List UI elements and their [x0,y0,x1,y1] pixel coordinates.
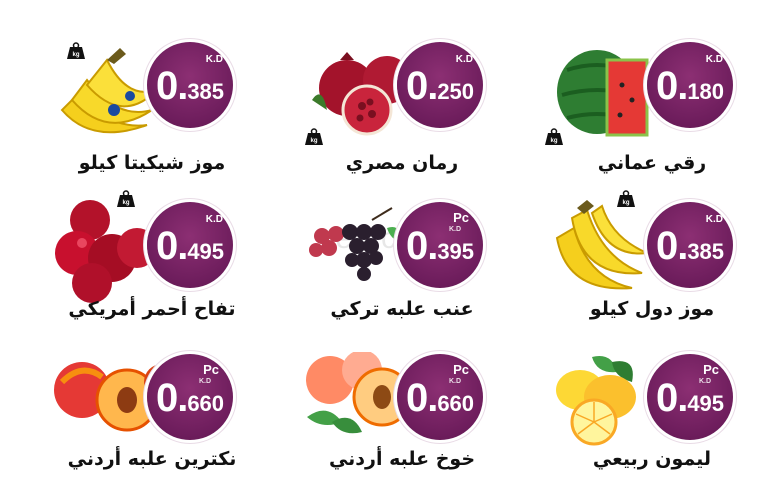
product-card-egyptian-pomegranate[interactable]: kg K.D 0.250 رمان مصري [302,40,542,190]
svg-text:kg: kg [622,200,629,206]
product-card-jordanian-peach[interactable]: Pc K.D 0.660 خوخ علبه أردني [302,352,542,502]
product-name: رمان مصري [345,152,459,174]
price-badge: K.D 0.385 [647,202,733,288]
kg-weight-icon: kg [617,190,635,207]
product-name: تفاح أحمر أمريكي [68,298,236,320]
svg-text:kg: kg [550,138,557,144]
price-badge: K.D 0.495 [147,202,233,288]
price-value: 0.495 [655,376,725,420]
price-badge: K.D 0.385 [147,42,233,128]
product-name: رقي عماني [597,152,707,174]
price-value: 0.495 [155,224,225,268]
kg-weight-icon: kg [67,42,85,59]
price-value: 0.660 [405,376,475,420]
product-name: موز دول كيلو [589,298,715,320]
product-card-omani-watermelon[interactable]: kg K.D 0.180 رقي عماني [545,40,780,190]
product-name: ليمون ربيعي [592,448,712,470]
price-value: 0.385 [655,224,725,268]
kg-weight-icon: kg [545,128,563,145]
price-value: 0.385 [155,64,225,108]
price-badge: Pc K.D 0.660 [147,354,233,440]
price-badge: Pc K.D 0.395 [397,202,483,288]
product-name: موز شيكيتا كيلو [78,152,226,174]
product-card-chiquita-banana[interactable]: kg K.D 0.385 موز شيكيتا كيلو [52,40,292,190]
product-card-spring-lemon[interactable]: Pc K.D 0.495 ليمون ربيعي [552,352,780,502]
price-value: 0.660 [155,376,225,420]
product-name: عنب علبه تركي [330,298,474,320]
product-card-turkish-grapes[interactable]: Pc K.D 0.395 عنب علبه تركي [302,198,542,348]
svg-text:kg: kg [72,52,79,58]
price-value: 0.250 [405,64,475,108]
kg-weight-icon: kg [305,128,323,145]
product-name: نكترين علبه أردني [67,448,237,470]
product-card-american-red-apple[interactable]: kg K.D 0.495 تفاح أحمر أمريكي [52,190,292,348]
kg-weight-icon: kg [117,190,135,207]
price-badge: K.D 0.250 [397,42,483,128]
piece-unit-label: Pc [203,362,219,377]
svg-text:kg: kg [310,138,317,144]
price-value: 0.395 [405,224,475,268]
svg-text:kg: kg [122,200,129,206]
piece-unit-label: Pc [453,210,469,225]
product-name: خوخ علبه أردني [328,448,476,470]
price-badge: Pc K.D 0.495 [647,354,733,440]
price-value: 0.180 [655,64,725,108]
piece-unit-label: Pc [703,362,719,377]
price-badge: Pc K.D 0.660 [397,354,483,440]
product-card-dole-banana[interactable]: kg K.D 0.385 موز دول كيلو [552,190,780,348]
piece-unit-label: Pc [453,362,469,377]
product-card-jordanian-nectarine[interactable]: Pc K.D 0.660 نكترين علبه أردني [52,352,292,502]
price-badge: K.D 0.180 [647,42,733,128]
